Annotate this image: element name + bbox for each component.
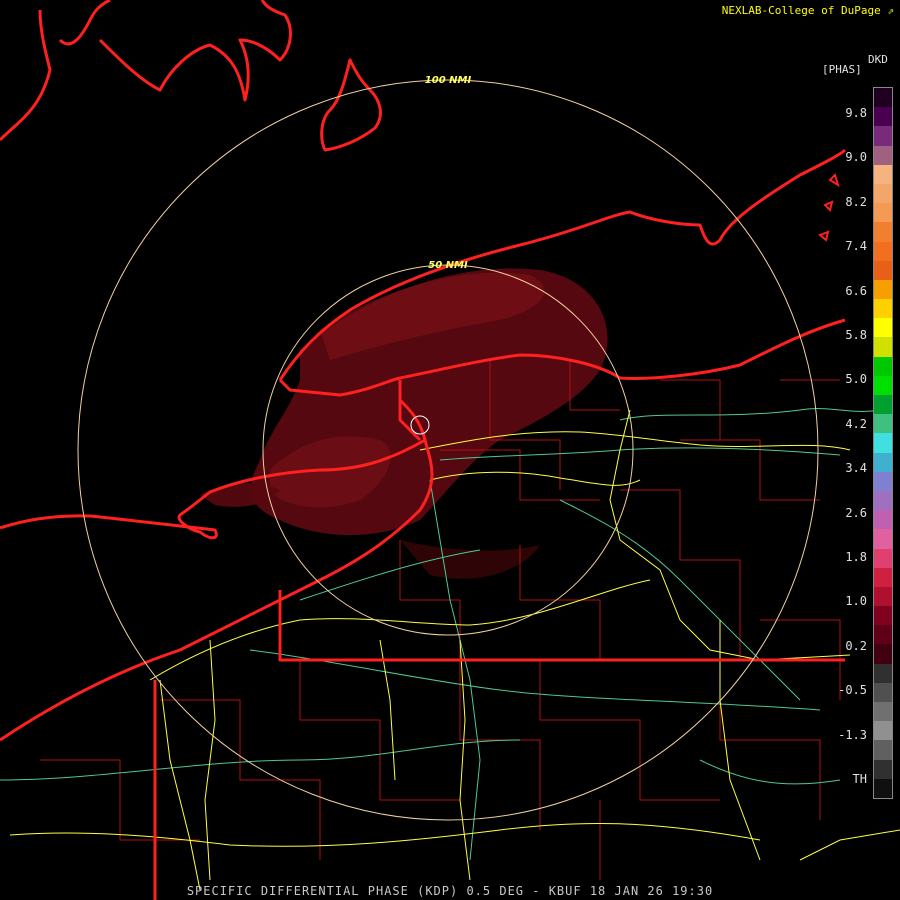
legend-tick-label: 8.2: [845, 194, 867, 209]
legend-swatch: [874, 375, 892, 396]
legend-colorbar: [873, 87, 893, 799]
legend-tick-label: 6.6: [845, 283, 867, 298]
legend-tick-label: 5.0: [845, 372, 867, 387]
legend-swatch: [874, 318, 892, 338]
legend-swatch: [874, 183, 892, 204]
legend-swatch: [874, 567, 892, 588]
interstates: [9, 409, 900, 891]
radar-map: 100 NMI 50 NMI: [0, 0, 900, 900]
legend-tick-label: 3.4: [845, 461, 867, 476]
legend-swatch: [874, 778, 892, 799]
legend-swatch: [874, 529, 892, 550]
legend-swatch: [874, 663, 892, 684]
legend-swatch: [874, 644, 892, 665]
credit-label: NEXLAB-College of DuPage: [721, 4, 881, 17]
legend-swatch: [874, 682, 892, 703]
legend-tick-label: -1.3: [838, 727, 867, 742]
legend-swatch: [874, 490, 892, 511]
legend-swatch: [874, 625, 892, 645]
legend-swatch: [874, 222, 892, 242]
legend-swatch: [874, 260, 892, 281]
product-caption: SPECIFIC DIFFERENTIAL PHASE (KDP) 0.5 DE…: [186, 884, 714, 898]
legend-units: [PHAS]: [822, 63, 862, 76]
legend-swatch: [874, 279, 892, 300]
legend-swatch: [874, 452, 892, 473]
legend-swatch: [874, 299, 892, 319]
legend-swatch: [874, 145, 892, 166]
legend-swatch: [874, 606, 892, 626]
legend-tick-label: 5.8: [845, 328, 867, 342]
legend-swatch: [874, 203, 892, 223]
legend-swatch: [874, 164, 892, 185]
range-ring-labels: 100 NMI 50 NMI: [425, 75, 472, 271]
legend-tick-label: 7.4: [845, 239, 867, 254]
legend-swatch: [874, 740, 892, 761]
legend-swatch: [874, 510, 892, 530]
legend-swatch: [874, 586, 892, 607]
legend-tick-label: 4.2: [845, 416, 867, 431]
range-ring-label-50: 50 NMI: [428, 260, 468, 271]
legend-product: DKD: [868, 53, 888, 66]
legend-swatch: [874, 721, 892, 741]
legend-swatch: [874, 126, 892, 147]
legend-tick-label: 9.8: [845, 106, 867, 120]
legend-swatch: [874, 414, 892, 434]
legend-swatch: [874, 702, 892, 722]
legend-swatch: [874, 88, 892, 108]
legend-tick-label: TH: [852, 772, 867, 786]
range-ring-label-100: 100 NMI: [425, 75, 472, 86]
legend-swatch: [874, 759, 892, 780]
legend-swatch: [874, 471, 892, 492]
legend-swatch: [874, 356, 892, 377]
legend-tick-label: 9.0: [845, 150, 867, 165]
legend-swatch: [874, 107, 892, 127]
credit-text: NEXLAB-College of DuPage ⇗: [722, 4, 894, 17]
legend-swatch: [874, 337, 892, 358]
legend-swatch: [874, 395, 892, 415]
legend-swatch: [874, 241, 892, 262]
legend-tick-label: -0.5: [838, 683, 867, 698]
legend-swatch: [874, 548, 892, 569]
legend-swatch: [874, 433, 892, 454]
legend-tick-label: 1.0: [845, 594, 867, 609]
legend-tick-label: 0.2: [845, 638, 867, 653]
external-link-icon: ⇗: [887, 4, 894, 17]
legend-tick-label: 2.6: [845, 505, 867, 520]
legend-tick-label: 1.8: [845, 550, 867, 564]
